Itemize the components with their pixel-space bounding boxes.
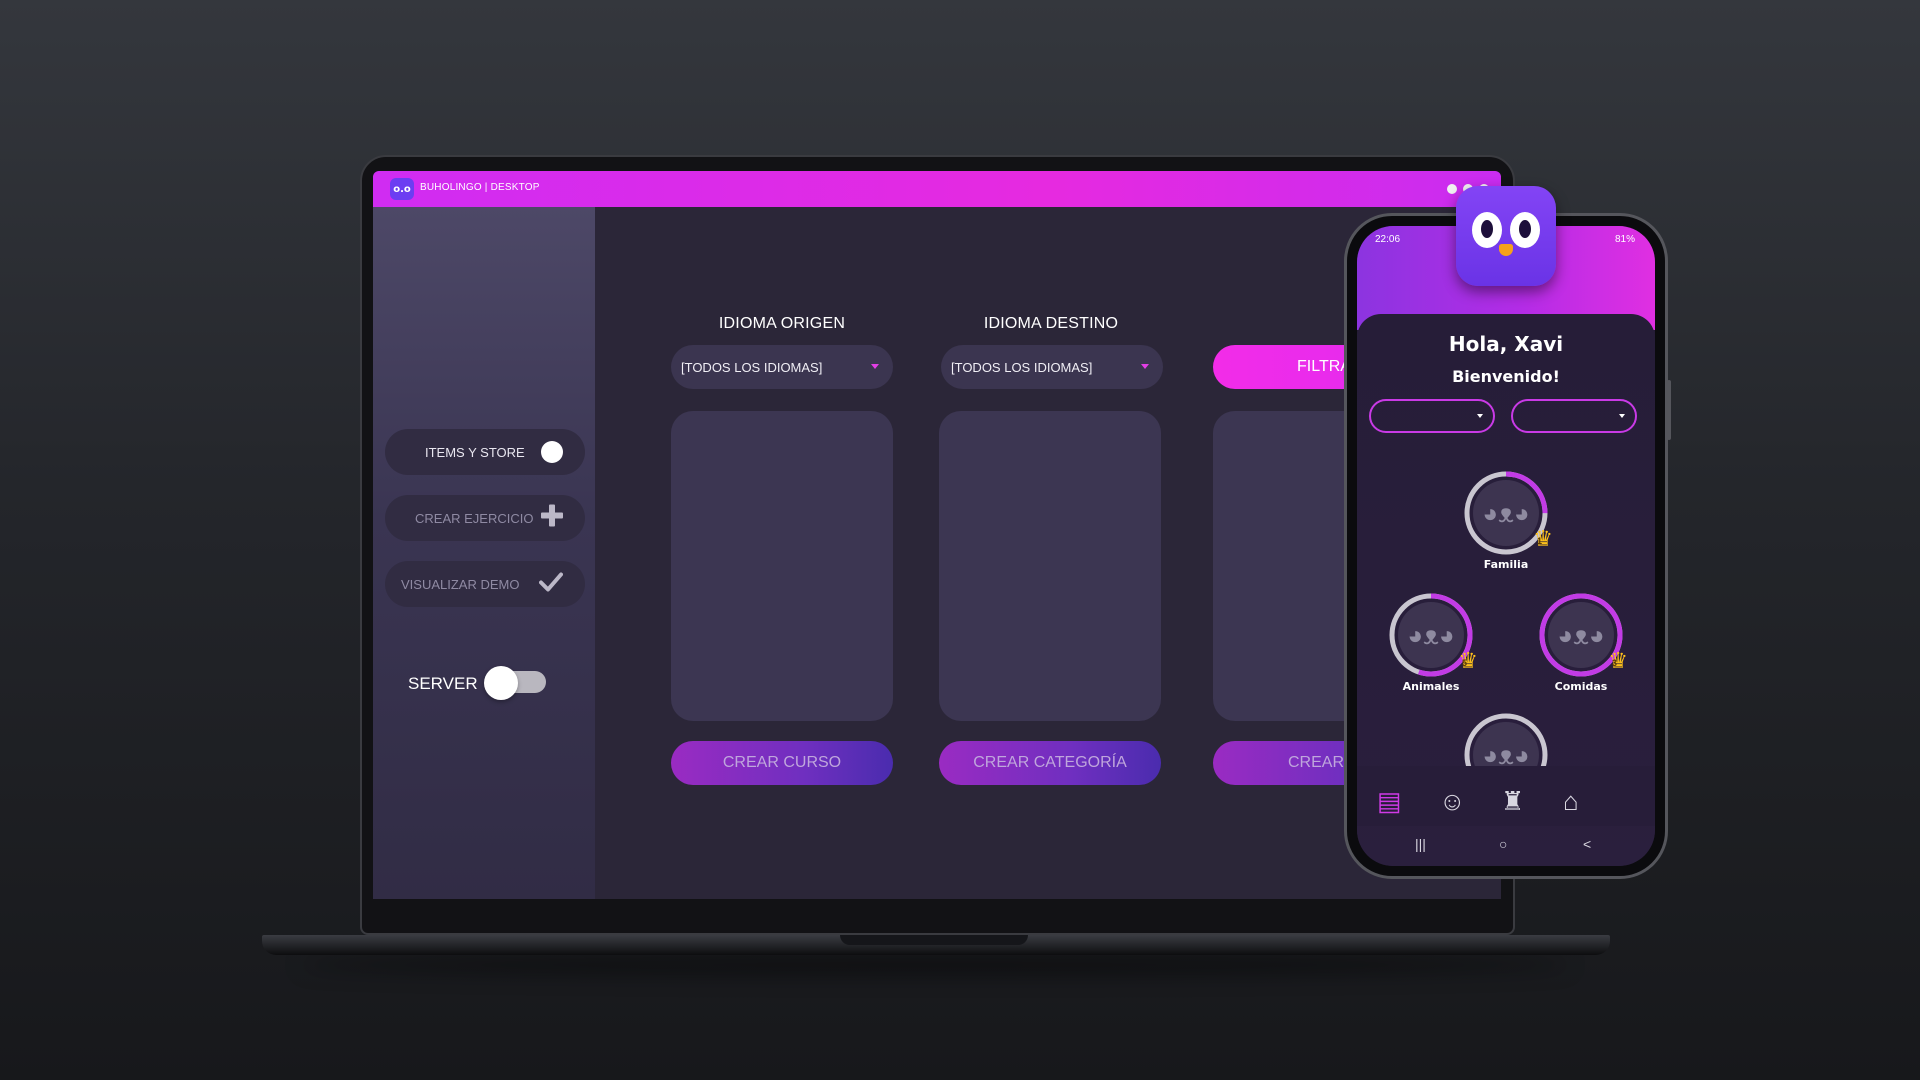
create-category-button[interactable]: CREAR CATEGORÍA [939,741,1161,785]
target-language-title: IDIOMA DESTINO [983,315,1119,332]
items-store-label: ITEMS Y STORE [425,444,525,460]
sidebar: ITEMS Y STORE CREAR EJERCICIO VISUALIZAR… [373,207,595,899]
source-language-dropdown[interactable] [1369,399,1495,433]
status-battery: 81% [1614,234,1635,245]
skill-level: 5 [1461,658,1467,668]
cat-icon: ◕ᴥ◕ [1473,480,1539,546]
source-language-title: IDIOMA ORIGEN [718,315,846,332]
desktop-app-window: o.o BUHOLINGO | DESKTOP ITEMS Y STORE CR… [373,171,1501,899]
source-language-value: [TODOS LOS IDIOMAS] [681,359,823,375]
plus-icon [541,504,563,532]
greeting-title: Hola, Xavi [1448,332,1564,356]
buholingo-app-icon [1456,186,1556,286]
chevron-down-icon [1477,414,1483,418]
laptop-notch [840,935,1028,945]
greeting-subtitle: Bienvenido! [1452,367,1560,386]
minimize-button[interactable] [1447,184,1457,194]
create-course-button[interactable]: CREAR CURSO [671,741,893,785]
skill-level: 1 [1536,536,1542,546]
target-language-value: [TODOS LOS IDIOMAS] [951,359,1093,375]
target-language-dropdown[interactable] [1511,399,1637,433]
source-language-select[interactable]: [TODOS LOS IDIOMAS] [671,345,893,389]
store-icon[interactable]: ⌂ [1563,786,1579,817]
course-list-panel [671,411,893,721]
chevron-down-icon [1141,364,1149,369]
category-list-panel [939,411,1161,721]
skill-label: Comidas [1554,680,1608,693]
profile-icon[interactable]: ☺ [1439,786,1466,817]
target-language-select[interactable]: [TODOS LOS IDIOMAS] [941,345,1163,389]
home-button[interactable]: ○ [1499,836,1507,852]
trophy-icon[interactable]: ♜ [1501,786,1524,817]
server-toggle[interactable] [484,666,548,700]
owl-logo-icon: o.o [390,178,414,200]
create-exercise-button[interactable]: CREAR EJERCICIO [385,495,585,541]
lessons-icon[interactable]: ▤ [1377,786,1402,817]
recent-apps-button[interactable]: ||| [1415,836,1426,852]
laptop-shadow [300,955,1570,975]
server-label: SERVER [408,674,478,693]
skill-level: 3 [1611,658,1617,668]
items-store-toggle[interactable]: ITEMS Y STORE [385,429,585,475]
toggle-knob-icon [541,441,563,463]
cat-icon: ◕ᴥ◕ [1548,602,1614,668]
check-icon [539,572,563,597]
status-time: 22:06 [1375,234,1401,245]
back-button[interactable]: < [1583,836,1591,852]
skill-animales[interactable]: ◕ᴥ◕ ♛ 5 [1388,592,1478,678]
view-demo-button[interactable]: VISUALIZAR DEMO [385,561,585,607]
skill-familia[interactable]: ◕ᴥ◕ ♛ 1 [1463,470,1553,556]
title-bar: o.o BUHOLINGO | DESKTOP [373,171,1501,207]
skill-comidas[interactable]: ◕ᴥ◕ ♛ 3 [1538,592,1628,678]
skill-label: Familia [1483,558,1529,571]
skill-label: Animales [1402,680,1460,693]
chevron-down-icon [1619,414,1625,418]
chevron-down-icon [871,364,879,369]
view-demo-label: VISUALIZAR DEMO [401,576,520,592]
cat-icon: ◕ᴥ◕ [1398,602,1464,668]
create-exercise-label: CREAR EJERCICIO [415,510,534,526]
mobile-app-screen: 22:06 81% Hola, Xavi Bienvenido! ◕ᴥ◕ ♛ 1… [1357,226,1655,866]
window-title: BUHOLINGO | DESKTOP [420,182,540,193]
